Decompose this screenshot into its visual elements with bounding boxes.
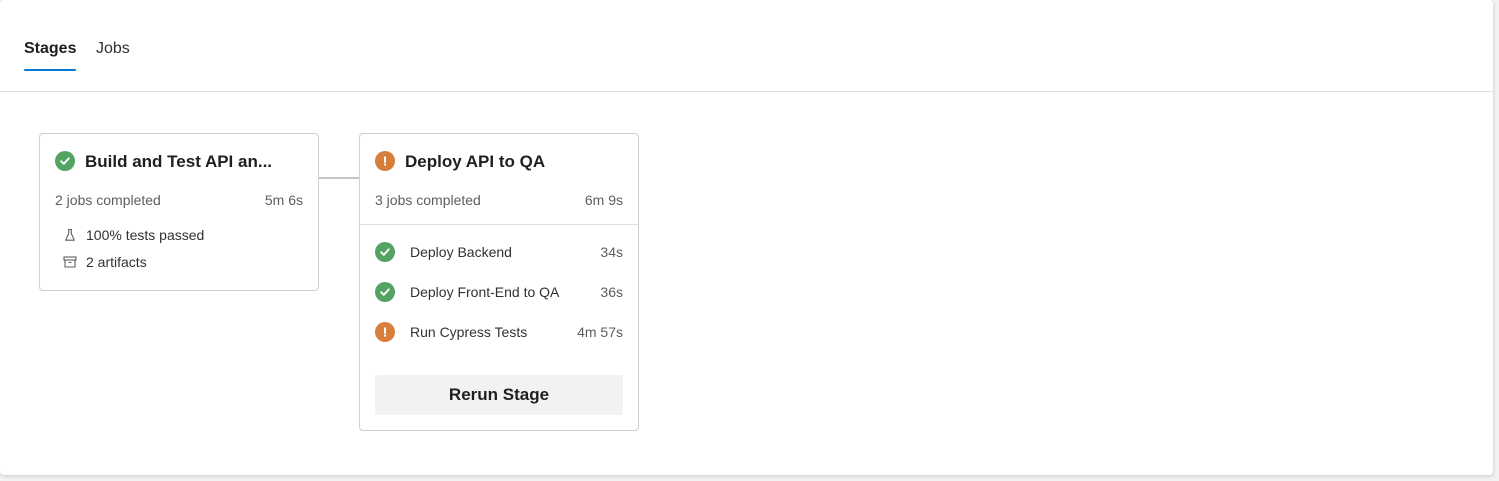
job-duration: 36s	[600, 284, 623, 300]
stage-card-build-and-test[interactable]: Build and Test API an... 2 jobs complete…	[39, 133, 319, 291]
card-divider	[360, 224, 638, 225]
artifact-box-icon	[62, 254, 78, 270]
jobs-completed-text: 3 jobs completed	[375, 192, 481, 208]
warning-circle-icon	[375, 322, 395, 342]
stage-title: Build and Test API an...	[85, 152, 273, 171]
check-circle-icon	[55, 151, 75, 171]
tests-summary[interactable]: 100% tests passed	[62, 226, 204, 244]
job-duration: 4m 57s	[577, 324, 623, 340]
stage-duration: 5m 6s	[264, 192, 303, 208]
stage-title: Deploy API to QA	[405, 152, 546, 171]
job-row-deploy-front-end[interactable]: Deploy Front-End to QA 36s	[375, 282, 623, 302]
tab-jobs[interactable]: Jobs	[96, 38, 130, 60]
job-name: Deploy Front-End to QA	[410, 284, 560, 300]
artifacts-summary[interactable]: 2 artifacts	[62, 253, 147, 271]
stage-connector-line	[319, 177, 360, 179]
job-row-run-cypress-tests[interactable]: Run Cypress Tests 4m 57s	[375, 322, 623, 342]
jobs-completed-text: 2 jobs completed	[55, 192, 161, 208]
check-circle-icon	[375, 282, 395, 302]
rerun-stage-button[interactable]: Rerun Stage	[375, 375, 623, 415]
stage-duration: 6m 9s	[584, 192, 623, 208]
warning-circle-icon	[375, 151, 395, 171]
job-duration: 34s	[600, 244, 623, 260]
tab-bar: Stages Jobs	[0, 0, 1493, 92]
tests-summary-label: 100% tests passed	[86, 227, 205, 243]
check-circle-icon	[375, 242, 395, 262]
stage-card-deploy-api-to-qa[interactable]: Deploy API to QA 3 jobs completed 6m 9s …	[359, 133, 639, 431]
job-row-deploy-backend[interactable]: Deploy Backend 34s	[375, 242, 623, 262]
flask-icon	[62, 227, 78, 243]
job-name: Run Cypress Tests	[410, 324, 528, 340]
tab-stages[interactable]: Stages	[24, 38, 76, 60]
pipeline-run-panel: Stages Jobs Build and Test API an... 2 j…	[0, 0, 1493, 475]
selected-tab-indicator	[24, 69, 76, 71]
artifacts-summary-label: 2 artifacts	[86, 254, 147, 270]
job-name: Deploy Backend	[410, 244, 512, 260]
